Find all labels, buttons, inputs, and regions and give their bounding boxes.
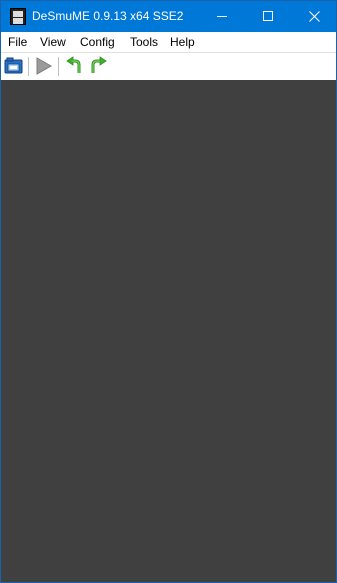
menu-file[interactable]: File <box>8 32 27 52</box>
emulator-display[interactable] <box>1 80 336 582</box>
menu-view[interactable]: View <box>40 32 66 52</box>
close-button[interactable] <box>291 1 336 32</box>
desmume-window: DeSmuME 0.9.13 x64 SSE2 File View Config… <box>0 0 337 583</box>
rotate-right-icon <box>91 56 107 73</box>
maximize-icon <box>263 11 273 21</box>
rotate-left-button[interactable] <box>65 56 85 76</box>
close-icon <box>309 11 320 22</box>
title-bar[interactable]: DeSmuME 0.9.13 x64 SSE2 <box>1 1 336 32</box>
toolbar-separator <box>28 57 29 76</box>
toolbar-separator <box>58 57 59 76</box>
minimize-icon <box>217 16 227 17</box>
rotate-right-button[interactable] <box>88 56 108 76</box>
window-title: DeSmuME 0.9.13 x64 SSE2 <box>32 9 184 23</box>
open-rom-button[interactable] <box>4 56 24 76</box>
menu-bar: File View Config Tools Help <box>1 32 336 52</box>
play-icon <box>36 57 53 75</box>
maximize-button[interactable] <box>245 1 291 32</box>
toolbar <box>1 52 336 80</box>
menu-tools[interactable]: Tools <box>130 32 158 52</box>
menu-config[interactable]: Config <box>80 32 115 52</box>
rotate-left-icon <box>66 56 81 73</box>
play-button[interactable] <box>34 56 54 76</box>
menu-help[interactable]: Help <box>170 32 195 52</box>
desmume-ds-icon[interactable] <box>10 8 26 25</box>
minimize-button[interactable] <box>199 1 245 32</box>
open-rom-icon <box>4 57 23 74</box>
